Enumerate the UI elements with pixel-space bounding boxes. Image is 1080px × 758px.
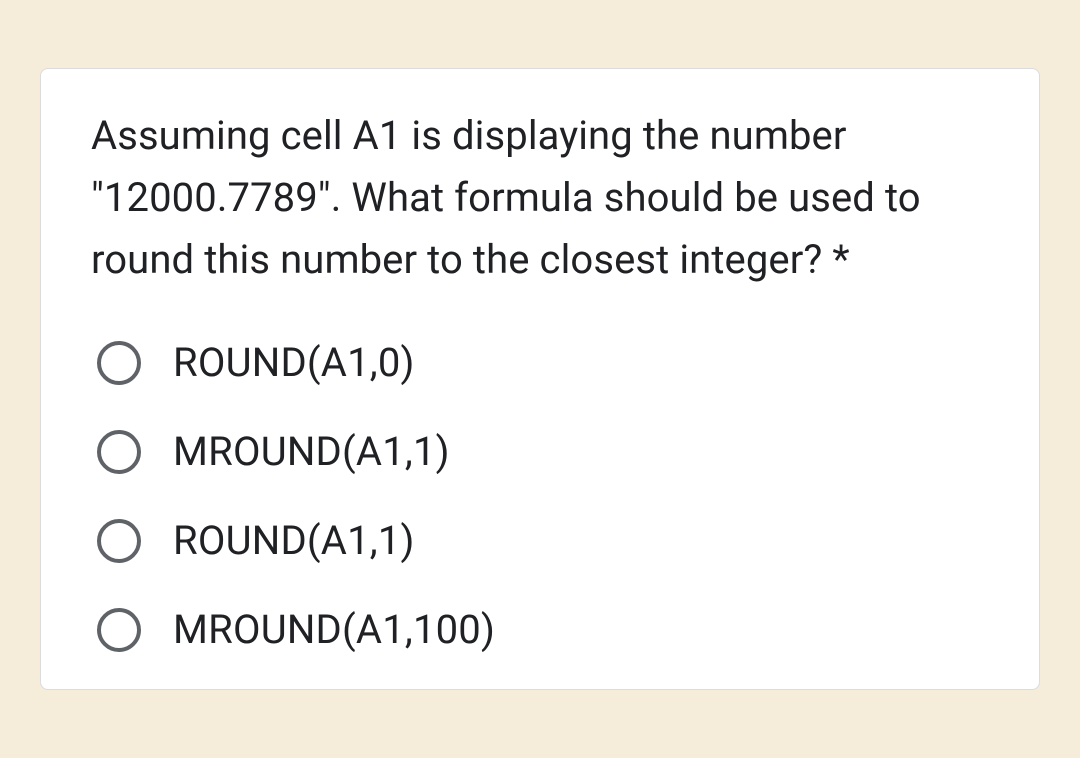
question-body: Assuming cell A1 is displaying the numbe… — [91, 112, 921, 283]
option-label: MROUND(A1,1) — [173, 428, 450, 475]
radio-icon[interactable] — [97, 341, 141, 385]
option-0[interactable]: ROUND(A1,0) — [97, 339, 989, 386]
option-label: ROUND(A1,1) — [173, 517, 415, 564]
radio-icon[interactable] — [97, 430, 141, 474]
radio-icon[interactable] — [97, 608, 141, 652]
option-2[interactable]: ROUND(A1,1) — [97, 517, 989, 564]
option-3[interactable]: MROUND(A1,100) — [97, 606, 989, 653]
required-marker: * — [822, 236, 849, 283]
radio-icon[interactable] — [97, 519, 141, 563]
options-group: ROUND(A1,0) MROUND(A1,1) ROUND(A1,1) MRO… — [91, 339, 989, 653]
option-label: ROUND(A1,0) — [173, 339, 415, 386]
question-card: Assuming cell A1 is displaying the numbe… — [40, 68, 1040, 690]
question-text: Assuming cell A1 is displaying the numbe… — [91, 105, 989, 291]
option-1[interactable]: MROUND(A1,1) — [97, 428, 989, 475]
option-label: MROUND(A1,100) — [173, 606, 495, 653]
